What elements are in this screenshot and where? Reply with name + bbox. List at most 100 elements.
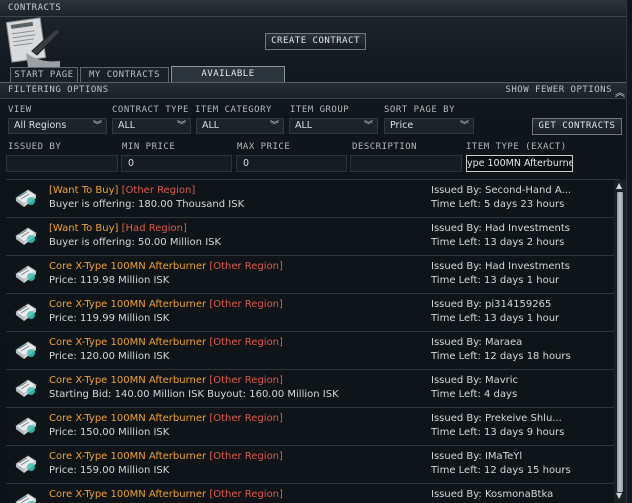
contract-issuer[interactable]: Issued By: Second-Hand A... <box>431 185 571 196</box>
min-price-label: MIN PRICE <box>122 142 176 152</box>
item-category-select[interactable]: ALL ︾ <box>196 118 284 134</box>
contract-title-line: Core X-Type 100MN Afterburner [Other Reg… <box>49 375 283 386</box>
contract-title[interactable]: Core X-Type 100MN Afterburner <box>49 299 206 310</box>
tab-available-contracts[interactable]: AVAILABLE CONTRACTS <box>171 66 285 93</box>
item-type-input[interactable]: ype 100MN Afterburner <box>466 155 573 172</box>
contract-icon <box>13 376 39 400</box>
sort-page-by-label: SORT PAGE BY <box>384 105 456 115</box>
tab-start-page[interactable]: START PAGE <box>10 67 78 82</box>
contract-time-left: Time Left: 5 days 23 hours <box>431 199 565 210</box>
item-category-label: ITEM CATEGORY <box>195 105 272 115</box>
contract-title-line: Core X-Type 100MN Afterburner [Other Reg… <box>49 413 283 424</box>
contract-title[interactable]: Core X-Type 100MN Afterburner <box>49 375 206 386</box>
contract-region: [Other Region] <box>209 337 283 348</box>
description-label: DESCRIPTION <box>352 142 418 152</box>
show-fewer-options-link[interactable]: SHOW FEWER OPTIONS <box>505 85 612 95</box>
contracts-window: CONTRACTS CREATE CONTRACT START PAGE MY … <box>0 0 632 503</box>
contract-region: [Other Region] <box>209 261 283 272</box>
contract-title[interactable]: Core X-Type 100MN Afterburner <box>49 451 206 462</box>
contract-row[interactable]: [Want To Buy] [Had Region] Buyer is offer… <box>6 218 614 256</box>
item-group-label: ITEM GROUP <box>290 105 350 115</box>
contract-title[interactable]: Core X-Type 100MN Afterburner <box>49 337 206 348</box>
contract-title[interactable]: [Want To Buy] <box>49 223 118 234</box>
item-category-value: ALL <box>202 120 220 131</box>
contract-price: Buyer is offering: 50.00 Million ISK <box>49 237 222 248</box>
contract-title[interactable]: [Want To Buy] <box>49 185 118 196</box>
contract-price: Buyer is offering: 180.00 Thousand ISK <box>49 199 245 210</box>
contract-issuer[interactable]: Issued By: pi314159265 <box>431 299 551 310</box>
contract-row[interactable]: Core X-Type 100MN Afterburner [Other Reg… <box>6 408 614 446</box>
create-contract-button[interactable]: CREATE CONTRACT <box>265 33 366 50</box>
view-select[interactable]: All Regions ︾ <box>8 118 107 134</box>
scrollbar-thumb[interactable] <box>617 192 623 492</box>
contract-time-left: Time Left: 4 days <box>431 389 518 400</box>
contract-type-label: CONTRACT TYPE <box>112 105 189 115</box>
min-price-input[interactable]: 0 <box>121 155 232 172</box>
contract-region: [Other Region] <box>209 375 283 386</box>
contract-row[interactable]: Core X-Type 100MN Afterburner [Other Reg… <box>6 484 614 503</box>
item-group-select[interactable]: ALL ︾ <box>289 118 378 134</box>
contract-region: [Other Region] <box>209 489 283 500</box>
max-price-input[interactable]: 0 <box>236 155 347 172</box>
contract-region: [Other Region] <box>121 185 196 196</box>
contract-type-value: ALL <box>118 120 136 131</box>
contract-price: Price: 159.00 Million ISK <box>49 465 170 476</box>
contract-title-line: Core X-Type 100MN Afterburner [Other Reg… <box>49 451 283 462</box>
contract-price: Price: 120.00 Million ISK <box>49 351 170 362</box>
contract-row[interactable]: Core X-Type 100MN Afterburner [Other Reg… <box>6 332 614 370</box>
item-type-label: ITEM TYPE (EXACT) <box>466 142 567 152</box>
contract-row[interactable]: [Want To Buy] [Other Region] Buyer is off… <box>6 180 614 218</box>
contract-title-line: Core X-Type 100MN Afterburner [Other Reg… <box>49 261 283 272</box>
contract-price: Starting Bid: 140.00 Million ISK Buyout:… <box>49 389 339 400</box>
contract-issuer[interactable]: Issued By: Had Investments <box>431 223 570 234</box>
contract-document-icon <box>5 17 61 67</box>
contract-title[interactable]: Core X-Type 100MN Afterburner <box>49 261 206 272</box>
contract-region: [Had Region] <box>121 223 187 234</box>
window-edge <box>626 0 632 503</box>
chevron-down-icon: ︾ <box>269 121 279 131</box>
issued-by-label: ISSUED BY <box>8 142 62 152</box>
chevron-down-icon: ︾ <box>363 121 373 131</box>
contract-time-left: Time Left: 12 days 18 hours <box>431 351 571 362</box>
contract-time-left: Time Left: 13 days 1 hour <box>431 313 560 324</box>
contract-row[interactable]: Core X-Type 100MN Afterburner [Other Reg… <box>6 370 614 408</box>
contract-issuer[interactable]: Issued By: Mavric <box>431 375 518 386</box>
chevron-down-icon: ︾ <box>176 121 186 131</box>
contract-title-line: Core X-Type 100MN Afterburner [Other Reg… <box>49 299 283 310</box>
contract-issuer[interactable]: Issued By: Maraea <box>431 337 522 348</box>
contract-title[interactable]: Core X-Type 100MN Afterburner <box>49 413 206 424</box>
filter-header: FILTERING OPTIONS SHOW FEWER OPTIONS ︽ <box>0 83 632 99</box>
contract-region: [Other Region] <box>209 413 283 424</box>
filter-header-label: FILTERING OPTIONS <box>8 85 109 95</box>
contract-icon <box>13 300 39 324</box>
contract-region: [Other Region] <box>209 299 283 310</box>
description-input[interactable] <box>350 155 462 172</box>
contract-row[interactable]: Core X-Type 100MN Afterburner [Other Reg… <box>6 294 614 332</box>
issued-by-input[interactable] <box>6 155 118 172</box>
contract-type-select[interactable]: ALL ︾ <box>112 118 191 134</box>
contract-row[interactable]: Core X-Type 100MN Afterburner [Other Reg… <box>6 446 614 484</box>
contract-issuer[interactable]: Issued By: Had Investments <box>431 261 570 272</box>
title-bar[interactable]: CONTRACTS <box>0 0 632 17</box>
contract-row[interactable]: Core X-Type 100MN Afterburner [Other Reg… <box>6 256 614 294</box>
sort-page-by-select[interactable]: Price ︾ <box>384 118 474 134</box>
scroll-down-icon[interactable]: ▼ <box>616 491 622 500</box>
contract-issuer[interactable]: Issued By: Prekeive Shlu... <box>431 413 562 424</box>
contract-price: Price: 150.00 Million ISK <box>49 427 170 438</box>
get-contracts-button[interactable]: GET CONTRACTS <box>532 118 622 135</box>
scroll-up-icon[interactable]: ▲ <box>616 181 622 190</box>
collapse-chevron-icon[interactable]: ︽ <box>615 84 625 99</box>
chevron-down-icon: ︾ <box>92 121 102 131</box>
chevron-down-icon: ︾ <box>459 121 469 131</box>
contract-issuer[interactable]: Issued By: IMaTeYl <box>431 451 522 462</box>
contract-icon <box>13 186 39 210</box>
contract-title-line: Core X-Type 100MN Afterburner [Other Reg… <box>49 489 283 500</box>
tab-my-contracts[interactable]: MY CONTRACTS <box>80 67 169 82</box>
contract-icon <box>13 414 39 438</box>
contract-icon <box>13 452 39 476</box>
scrollbar[interactable]: ▲ ▼ <box>614 180 626 503</box>
contract-title[interactable]: Core X-Type 100MN Afterburner <box>49 489 206 500</box>
contract-issuer[interactable]: Issued By: KosmonaBtka <box>431 489 553 500</box>
contract-price: Price: 119.98 Million ISK <box>49 275 170 286</box>
view-select-value: All Regions <box>14 120 67 131</box>
